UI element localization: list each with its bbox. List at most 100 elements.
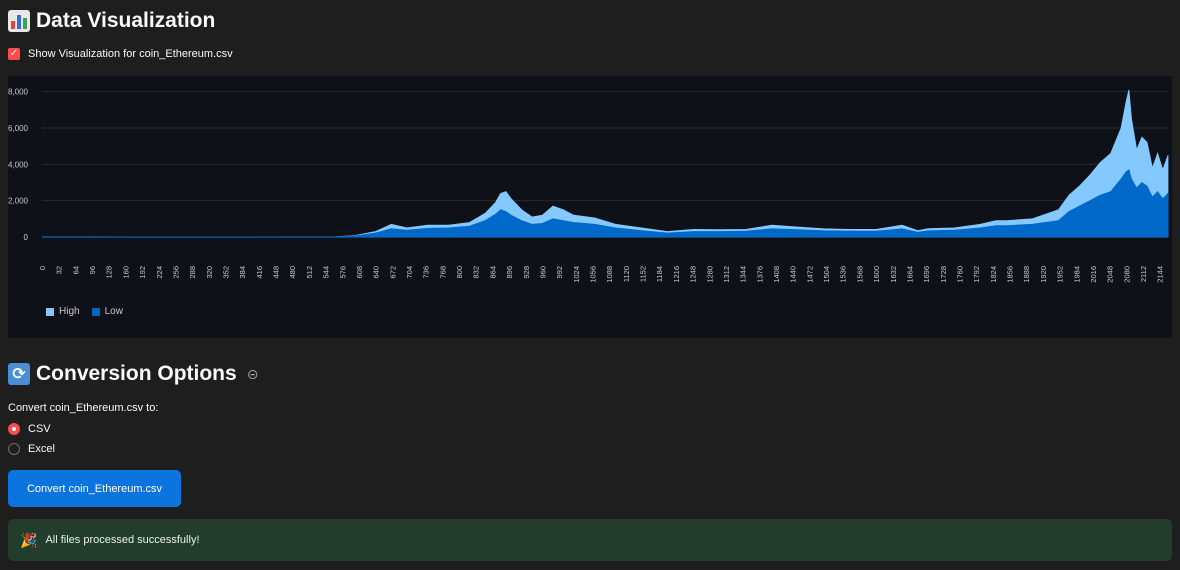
x-tick-label: 352 <box>221 266 230 279</box>
link-icon[interactable]: ⊝ <box>247 366 259 383</box>
x-tick-label: 1920 <box>1039 266 1048 283</box>
x-tick-label: 416 <box>255 266 264 279</box>
x-tick-label: 544 <box>322 266 331 279</box>
x-tick-label: 1088 <box>605 266 614 283</box>
refresh-icon: ⟳ <box>8 363 30 385</box>
x-tick-label: 0 <box>38 266 47 270</box>
section-title-conversion-options: ⟳ Conversion Options ⊝ <box>8 362 258 386</box>
y-tick-label: 2,000 <box>8 197 29 206</box>
x-tick-label: 96 <box>88 266 97 274</box>
x-tick-label: 32 <box>55 266 64 274</box>
x-tick-label: 2112 <box>1139 266 1148 282</box>
x-tick-label: 2048 <box>1106 266 1115 283</box>
x-tick-label: 704 <box>405 266 414 279</box>
x-tick-label: 1696 <box>922 266 931 283</box>
x-tick-label: 1760 <box>955 266 964 283</box>
x-tick-label: 896 <box>505 266 514 279</box>
checkbox-checked-icon[interactable]: ✓ <box>8 48 20 60</box>
x-tick-label: 736 <box>422 266 431 279</box>
party-popper-icon: 🎉 <box>20 531 38 548</box>
x-tick-label: 864 <box>488 266 497 279</box>
x-tick-label: 1312 <box>722 266 731 283</box>
x-tick-label: 960 <box>538 266 547 279</box>
section-title-text: Conversion Options <box>36 362 237 385</box>
x-tick-label: 1120 <box>622 266 631 282</box>
section-title-text: Data Visualization <box>36 9 216 32</box>
x-tick-label: 2080 <box>1122 266 1131 283</box>
x-tick-label: 992 <box>555 266 564 279</box>
area-chart-panel[interactable]: 0 2,000 4,000 6,000 8,000 0 32 64 96 128 160 192 224… <box>8 76 1172 338</box>
radio-selected-icon[interactable] <box>8 423 20 435</box>
x-tick-label: 1728 <box>939 266 948 283</box>
x-tick-label: 512 <box>305 266 314 279</box>
convert-button[interactable]: Convert coin_Ethereum.csv <box>8 470 181 507</box>
x-tick-label: 768 <box>438 266 447 279</box>
legend-label-low: Low <box>104 306 123 317</box>
x-tick-label: 1152 <box>639 266 648 282</box>
x-tick-label: 2016 <box>1089 266 1098 283</box>
x-tick-label: 1248 <box>689 266 698 283</box>
legend-item-low[interactable]: Low <box>91 306 123 317</box>
x-tick-label: 640 <box>372 266 381 279</box>
x-tick-label: 1600 <box>872 266 881 283</box>
x-tick-label: 1216 <box>672 266 681 283</box>
x-tick-label: 128 <box>105 266 114 279</box>
legend-label-high: High <box>59 306 80 317</box>
x-tick-label: 1536 <box>839 266 848 283</box>
x-tick-label: 192 <box>138 266 147 279</box>
x-tick-label: 576 <box>338 266 347 279</box>
x-tick-label: 2144 <box>1156 266 1165 283</box>
x-tick-label: 1472 <box>805 266 814 283</box>
bar-chart-icon <box>8 10 30 32</box>
radio-option-excel[interactable]: Excel <box>8 443 55 455</box>
x-tick-label: 1344 <box>739 266 748 283</box>
x-tick-label: 832 <box>472 266 481 279</box>
legend-swatch-low <box>91 307 100 316</box>
x-tick-label: 800 <box>455 266 464 279</box>
success-alert: 🎉 All files processed successfully! <box>8 519 1172 561</box>
area-series-low <box>42 169 1169 238</box>
x-tick-label: 1824 <box>989 266 998 283</box>
success-message: All files processed successfully! <box>45 534 200 546</box>
y-tick-label: 6,000 <box>8 124 29 133</box>
x-tick-label: 448 <box>272 266 281 279</box>
x-tick-label: 256 <box>171 266 180 279</box>
x-tick-label: 288 <box>188 266 197 279</box>
show-visualization-checkbox[interactable]: ✓ Show Visualization for coin_Ethereum.c… <box>8 48 233 60</box>
x-tick-label: 1408 <box>772 266 781 283</box>
checkbox-label: Show Visualization for coin_Ethereum.csv <box>28 48 233 60</box>
x-tick-label: 608 <box>355 266 364 279</box>
y-tick-label: 4,000 <box>8 160 29 169</box>
x-tick-label: 224 <box>155 266 164 279</box>
legend-item-high[interactable]: High <box>46 306 80 317</box>
y-tick-label: 0 <box>24 233 29 242</box>
section-title-data-visualization: Data Visualization <box>8 9 215 33</box>
y-tick-label: 8,000 <box>8 88 29 97</box>
x-tick-label: 480 <box>288 266 297 279</box>
x-tick-label: 1376 <box>755 266 764 283</box>
x-tick-label: 1440 <box>789 266 798 283</box>
radio-unselected-icon[interactable] <box>8 443 20 455</box>
x-tick-label: 1664 <box>905 266 914 283</box>
x-tick-label: 1568 <box>855 266 864 283</box>
x-tick-label: 672 <box>388 266 397 279</box>
radio-label-excel: Excel <box>28 443 55 455</box>
x-tick-label: 1024 <box>572 266 581 283</box>
x-tick-label: 1952 <box>1056 266 1065 283</box>
conversion-prompt: Convert coin_Ethereum.csv to: <box>8 402 159 414</box>
x-tick-label: 1184 <box>655 266 664 282</box>
x-tick-label: 1984 <box>1072 266 1081 283</box>
x-tick-label: 1792 <box>972 266 981 283</box>
area-chart[interactable]: 0 2,000 4,000 6,000 8,000 0 32 64 96 128 160 192 224… <box>8 76 1172 338</box>
x-tick-label: 1632 <box>889 266 898 283</box>
x-tick-label: 1280 <box>705 266 714 283</box>
x-tick-label: 384 <box>238 266 247 279</box>
radio-option-csv[interactable]: CSV <box>8 423 51 435</box>
x-tick-label: 1888 <box>1022 266 1031 283</box>
x-tick-label: 1856 <box>1006 266 1015 283</box>
legend-swatch-high <box>46 307 54 316</box>
radio-label-csv: CSV <box>28 423 51 435</box>
x-tick-label: 160 <box>121 266 130 279</box>
x-tick-label: 1504 <box>822 266 831 283</box>
chart-legend: High Low <box>46 306 123 317</box>
